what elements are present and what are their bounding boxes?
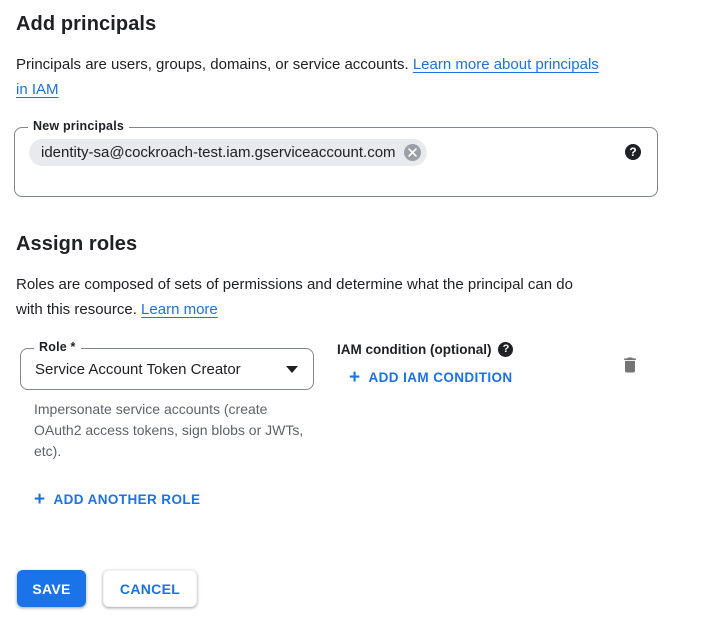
role-helper-text: Impersonate service accounts (create OAu… xyxy=(34,399,312,462)
iam-condition-header: IAM condition (optional) ? xyxy=(337,342,513,357)
plus-icon: + xyxy=(349,371,361,385)
role-selected-value: Service Account Token Creator xyxy=(21,361,241,378)
dropdown-arrow-icon xyxy=(286,366,298,373)
delete-role-button[interactable] xyxy=(618,353,642,377)
plus-icon: + xyxy=(34,493,46,507)
intro-text: Principals are users, groups, domains, o… xyxy=(16,56,413,73)
roles-desc-line-1: Roles are composed of sets of permission… xyxy=(16,272,686,297)
learn-more-roles-link[interactable]: Learn more xyxy=(141,301,218,318)
add-another-role-label: ADD ANOTHER ROLE xyxy=(54,492,201,507)
principal-chip: identity-sa@cockroach-test.iam.gservicea… xyxy=(29,139,427,166)
intro-line-1: Principals are users, groups, domains, o… xyxy=(16,52,676,77)
role-label: Role * xyxy=(34,340,81,354)
new-principals-label: New principals xyxy=(28,119,129,133)
assign-roles-title: Assign roles xyxy=(16,233,137,256)
roles-desc-text: with this resource. xyxy=(16,301,141,318)
principal-chip-label: identity-sa@cockroach-test.iam.gservicea… xyxy=(41,144,396,161)
add-another-role-button[interactable]: + ADD ANOTHER ROLE xyxy=(30,490,204,509)
intro-paragraph: Principals are users, groups, domains, o… xyxy=(16,52,676,102)
iam-condition-label: IAM condition (optional) xyxy=(337,342,491,357)
cancel-button[interactable]: CANCEL xyxy=(103,570,197,607)
role-select-inner: Service Account Token Creator xyxy=(21,349,313,389)
learn-more-principals-link[interactable]: Learn more about principals xyxy=(413,56,599,73)
chip-remove-icon[interactable] xyxy=(404,144,421,161)
roles-desc-line-2: with this resource. Learn more xyxy=(16,297,686,322)
new-principals-help-icon[interactable]: ? xyxy=(625,144,641,160)
intro-line-2: in IAM xyxy=(16,77,676,102)
role-select[interactable]: Role * Service Account Token Creator xyxy=(20,348,314,390)
assign-roles-description: Roles are composed of sets of permission… xyxy=(16,272,686,322)
add-iam-condition-button[interactable]: + ADD IAM CONDITION xyxy=(345,368,517,387)
add-principals-panel: Add principals Principals are users, gro… xyxy=(0,0,713,629)
trash-icon xyxy=(620,355,640,375)
close-icon xyxy=(408,148,417,157)
new-principals-field[interactable]: New principals identity-sa@cockroach-tes… xyxy=(14,127,658,197)
iam-condition-help-icon[interactable]: ? xyxy=(498,342,513,357)
add-iam-condition-label: ADD IAM CONDITION xyxy=(369,370,513,385)
page-title: Add principals xyxy=(16,13,156,36)
save-button[interactable]: SAVE xyxy=(17,570,86,607)
learn-more-principals-link-continued[interactable]: in IAM xyxy=(16,81,59,98)
